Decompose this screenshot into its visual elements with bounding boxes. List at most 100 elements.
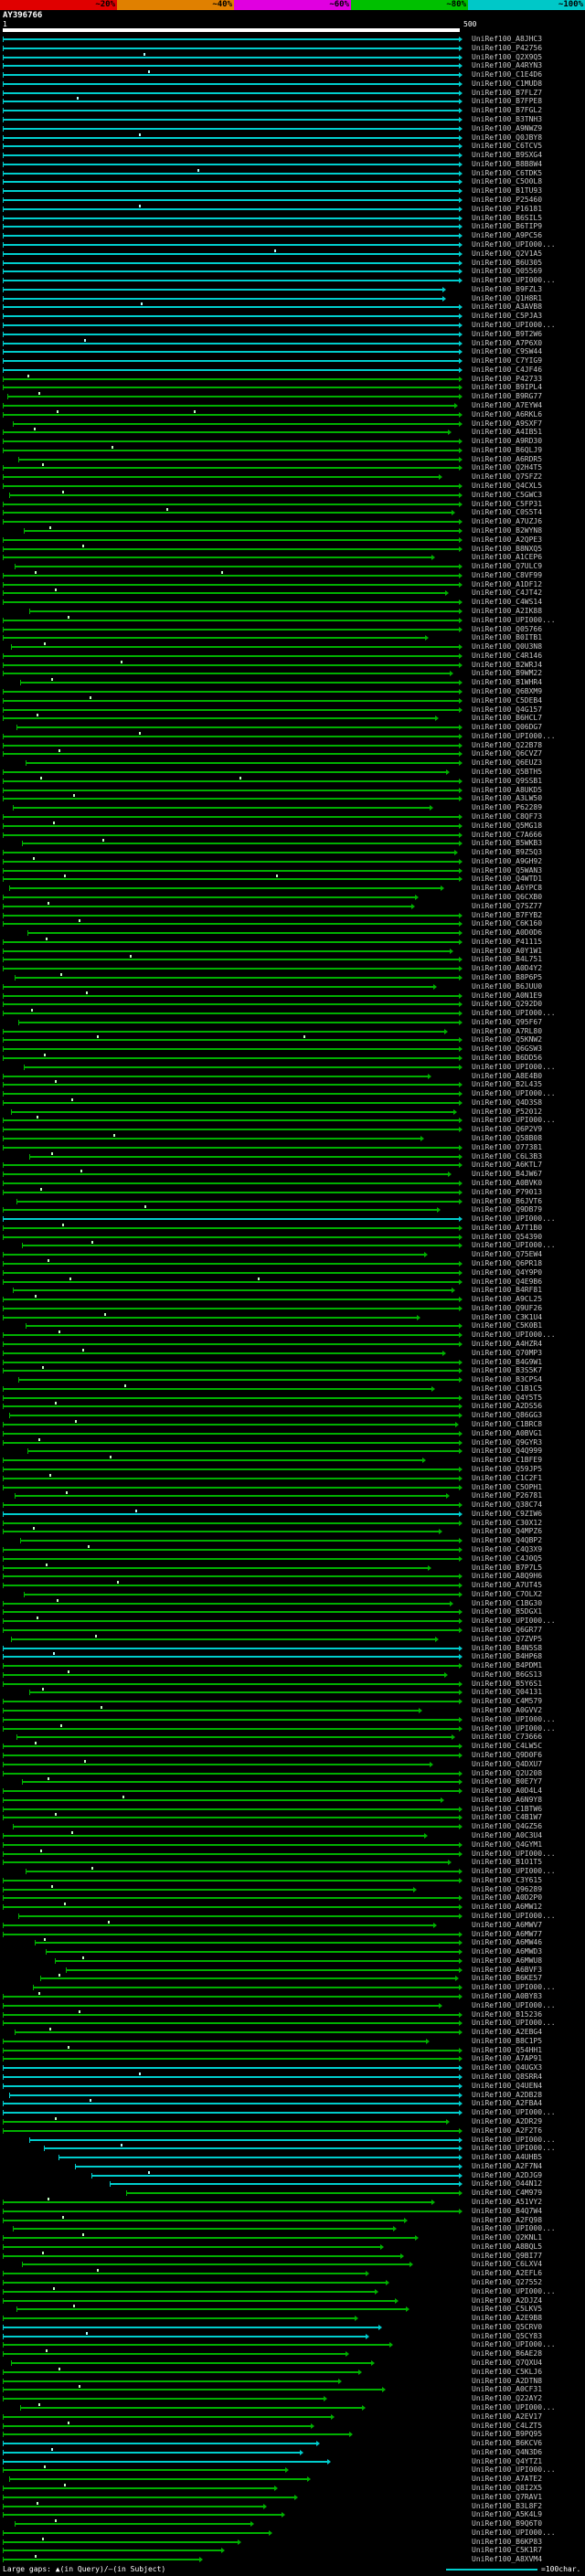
alignment-row[interactable]: UniRef100_A9SXF7	[0, 419, 585, 429]
alignment-bar[interactable]	[3, 1996, 459, 1998]
alignment-row[interactable]: UniRef100_Q6EUZ3	[0, 758, 585, 768]
alignment-bar[interactable]	[3, 1182, 459, 1184]
alignment-row[interactable]: UniRef100_A2E9B8	[0, 2314, 585, 2323]
alignment-bar[interactable]	[9, 1415, 459, 1417]
alignment-row[interactable]: UniRef100_C5O0L8	[0, 177, 585, 186]
alignment-row[interactable]: UniRef100_A2EFL6	[0, 2269, 585, 2278]
alignment-row[interactable]: UniRef100_Q4MPZ6	[0, 1527, 585, 1536]
alignment-row[interactable]: UniRef100_UPI000...	[0, 2001, 585, 2010]
alignment-row[interactable]: UniRef100_UPI000...	[0, 1116, 585, 1125]
alignment-bar[interactable]	[29, 1691, 459, 1694]
subject-label[interactable]: UniRef100_Q96289	[472, 1885, 583, 1893]
subject-label[interactable]: UniRef100_A4IB51	[472, 428, 583, 436]
alignment-row[interactable]: UniRef100_C9ZIW6	[0, 1509, 585, 1519]
alignment-row[interactable]: UniRef100_Q6BXM9	[0, 687, 585, 696]
alignment-bar[interactable]	[20, 682, 459, 684]
alignment-bar[interactable]	[15, 977, 459, 979]
subject-label[interactable]: UniRef100_UPI000...	[472, 1116, 583, 1124]
subject-label[interactable]: UniRef100_C4B1W7	[472, 1813, 583, 1821]
subject-label[interactable]: UniRef100_A6BVF3	[472, 1966, 583, 1974]
alignment-bar[interactable]	[3, 163, 459, 165]
alignment-bar[interactable]	[3, 101, 459, 103]
alignment-bar[interactable]	[3, 440, 459, 443]
alignment-bar[interactable]	[3, 2120, 446, 2123]
alignment-row[interactable]: UniRef100_A2IK88	[0, 607, 585, 616]
subject-label[interactable]: UniRef100_UPI000...	[472, 276, 583, 284]
alignment-bar[interactable]	[16, 1200, 459, 1203]
alignment-bar[interactable]	[75, 2165, 459, 2168]
alignment-row[interactable]: UniRef100_A7ATE2	[0, 2475, 585, 2484]
alignment-row[interactable]: UniRef100_Q4UEN4	[0, 2082, 585, 2091]
alignment-row[interactable]: UniRef100_C1C2F1	[0, 1473, 585, 1483]
alignment-bar[interactable]	[3, 2290, 375, 2293]
alignment-bar[interactable]	[126, 2192, 459, 2195]
subject-label[interactable]: UniRef100_C73666	[472, 1733, 583, 1741]
alignment-bar[interactable]	[3, 2424, 311, 2427]
subject-label[interactable]: UniRef100_A7AP91	[472, 2054, 583, 2062]
subject-label[interactable]: UniRef100_P25460	[472, 196, 583, 204]
subject-label[interactable]: UniRef100_C1E4D6	[472, 70, 583, 79]
alignment-row[interactable]: UniRef100_UPI000...	[0, 2224, 585, 2233]
alignment-bar[interactable]	[3, 753, 459, 756]
alignment-row[interactable]: UniRef100_P25460	[0, 196, 585, 205]
alignment-bar[interactable]	[3, 1254, 424, 1256]
alignment-bar[interactable]	[3, 47, 459, 49]
alignment-row[interactable]: UniRef100_A9NWZ9	[0, 124, 585, 133]
alignment-bar[interactable]	[3, 1030, 444, 1033]
alignment-row[interactable]: UniRef100_Q54390	[0, 1233, 585, 1242]
alignment-row[interactable]: UniRef100_A9GH92	[0, 856, 585, 866]
alignment-bar[interactable]	[16, 1736, 452, 1739]
alignment-row[interactable]: UniRef100_C5KLJ6	[0, 2367, 585, 2377]
alignment-bar[interactable]	[35, 1942, 459, 1945]
alignment-bar[interactable]	[3, 1039, 459, 1042]
subject-label[interactable]: UniRef100_Q4G157	[472, 705, 583, 714]
alignment-row[interactable]: UniRef100_A4RYN3	[0, 61, 585, 70]
alignment-row[interactable]: UniRef100_P42756	[0, 44, 585, 53]
subject-label[interactable]: UniRef100_Q5WAN3	[472, 866, 583, 875]
subject-label[interactable]: UniRef100_Q2V1A5	[472, 249, 583, 258]
subject-label[interactable]: UniRef100_C1BTW6	[472, 1805, 583, 1813]
alignment-bar[interactable]	[3, 1486, 459, 1489]
alignment-bar[interactable]	[9, 887, 441, 890]
subject-label[interactable]: UniRef100_UPI000...	[472, 732, 583, 740]
subject-label[interactable]: UniRef100_C5OPH1	[472, 1483, 583, 1491]
alignment-bar[interactable]	[3, 744, 459, 747]
subject-label[interactable]: UniRef100_Q4E9B6	[472, 1277, 583, 1286]
subject-label[interactable]: UniRef100_A6MW77	[472, 1930, 583, 1938]
subject-label[interactable]: UniRef100_C3Y615	[472, 1876, 583, 1884]
alignment-row[interactable]: UniRef100_UPI000...	[0, 1063, 585, 1072]
alignment-row[interactable]: UniRef100_Q6GSW3	[0, 1044, 585, 1054]
subject-label[interactable]: UniRef100_P41115	[472, 938, 583, 946]
subject-label[interactable]: UniRef100_B9WM22	[472, 669, 583, 677]
alignment-row[interactable]: UniRef100_Q4Y9P0	[0, 1268, 585, 1277]
subject-label[interactable]: UniRef100_A0BVG1	[472, 1429, 583, 1437]
alignment-row[interactable]: UniRef100_C1BTW6	[0, 1805, 585, 1814]
subject-label[interactable]: UniRef100_A6MW46	[472, 1938, 583, 1946]
subject-label[interactable]: UniRef100_Q9D0F6	[472, 1751, 583, 1759]
subject-label[interactable]: UniRef100_Q5BTH5	[472, 768, 583, 776]
alignment-bar[interactable]	[3, 1548, 459, 1551]
alignment-row[interactable]: UniRef100_C4B1W7	[0, 1813, 585, 1822]
alignment-bar[interactable]	[3, 1620, 459, 1623]
subject-label[interactable]: UniRef100_UPI000...	[472, 1850, 583, 1858]
subject-label[interactable]: UniRef100_Q4QBP2	[472, 1536, 583, 1544]
alignment-bar[interactable]	[3, 1084, 459, 1087]
subject-label[interactable]: UniRef100_B15236	[472, 2010, 583, 2019]
subject-label[interactable]: UniRef100_A9NWZ9	[472, 124, 583, 133]
alignment-bar[interactable]	[3, 2505, 263, 2507]
alignment-bar[interactable]	[3, 1093, 459, 1096]
alignment-row[interactable]: UniRef100_Q54HH1	[0, 2045, 585, 2055]
alignment-row[interactable]: UniRef100_Q4N3D6	[0, 2447, 585, 2457]
alignment-row[interactable]: UniRef100_B1TU93	[0, 186, 585, 196]
alignment-bar[interactable]	[3, 2282, 386, 2284]
alignment-row[interactable]: UniRef100_Q4UGX3	[0, 2063, 585, 2072]
subject-label[interactable]: UniRef100_B4N5S8	[472, 1644, 583, 1652]
alignment-bar[interactable]	[3, 306, 459, 309]
alignment-row[interactable]: UniRef100_UPI000...	[0, 2340, 585, 2349]
alignment-row[interactable]: UniRef100_B4L751	[0, 955, 585, 964]
subject-label[interactable]: UniRef100_Q5CRV0	[472, 2323, 583, 2331]
alignment-bar[interactable]	[3, 1057, 459, 1060]
alignment-bar[interactable]	[22, 1245, 459, 1247]
alignment-row[interactable]: UniRef100_Q22AY2	[0, 2394, 585, 2403]
alignment-row[interactable]: UniRef100_A2DB28	[0, 2091, 585, 2100]
